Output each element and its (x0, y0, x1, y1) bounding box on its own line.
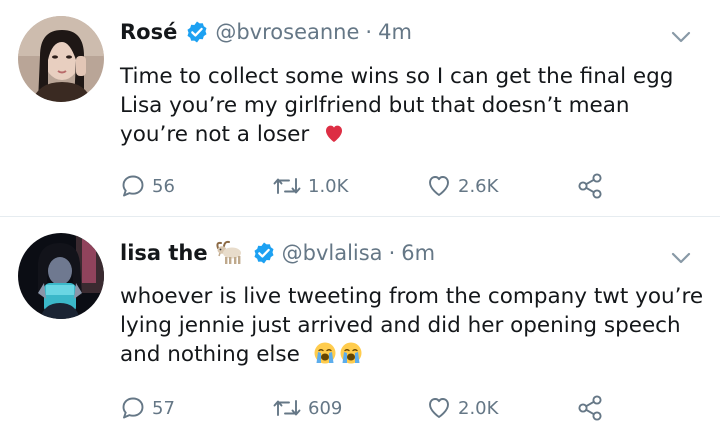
reply-icon (122, 175, 144, 197)
tweet-header: Rosé @bvroseanne · 4m (120, 20, 412, 44)
reply-button[interactable]: 56 (120, 173, 175, 199)
tweet-actions: 57 609 2.0K (120, 393, 610, 423)
tweet[interactable]: lisa the @bvlalisa · 6m whoever is live … (0, 216, 720, 437)
retweet-icon (273, 400, 301, 416)
tweet-text-line: lying jennie just arrived and did her op… (120, 313, 681, 338)
reply-button[interactable]: 57 (120, 395, 175, 421)
reply-icon (122, 397, 144, 419)
display-name[interactable]: lisa the (120, 241, 208, 265)
tweet-text: whoever is live tweeting from the compan… (120, 282, 704, 369)
share-icon (578, 173, 602, 199)
heart-icon (429, 176, 449, 196)
tweet-text-line: and nothing else (120, 340, 700, 369)
tweet-text: Time to collect some wins so I can get t… (120, 62, 700, 149)
share-button[interactable] (575, 393, 611, 423)
user-handle[interactable]: @bvroseanne (215, 20, 359, 44)
tweet-text-line: Time to collect some wins so I can get t… (120, 64, 674, 89)
share-icon (578, 395, 602, 421)
chevron-down-icon[interactable] (668, 245, 694, 271)
goat-emoji (216, 240, 241, 264)
heart-icon (429, 398, 449, 418)
retweet-count: 1.0K (308, 175, 349, 197)
like-count: 2.6K (458, 175, 499, 197)
verified-badge-icon (187, 21, 207, 43)
loudly-crying-face-emoji (314, 342, 336, 364)
display-name[interactable]: Rosé (120, 20, 177, 44)
retweet-button[interactable]: 1.0K (272, 173, 348, 199)
like-button[interactable]: 2.0K (426, 395, 498, 421)
tweet-text-line: whoever is live tweeting from the compan… (120, 284, 704, 309)
retweet-count: 609 (308, 397, 343, 419)
tweet-text-line: you’re not a loser (120, 120, 700, 149)
tweet-actions: 56 1.0K 2.6K (120, 171, 610, 201)
red-heart-emoji (326, 125, 343, 142)
reply-count: 56 (152, 175, 175, 197)
retweet-icon (273, 178, 301, 194)
like-count: 2.0K (458, 397, 499, 419)
user-handle[interactable]: @bvlalisa (282, 241, 383, 265)
chevron-down-icon[interactable] (668, 24, 694, 50)
tweet-text-line: Lisa you’re my girlfriend but that doesn… (120, 93, 630, 118)
avatar[interactable] (18, 16, 104, 102)
like-button[interactable]: 2.6K (426, 173, 498, 199)
share-button[interactable] (575, 171, 611, 201)
tweet[interactable]: Rosé @bvroseanne · 4m Time to collect so… (0, 0, 720, 216)
reply-count: 57 (152, 397, 175, 419)
separator-dot: · (365, 20, 373, 44)
separator-dot: · (388, 241, 396, 265)
retweet-button[interactable]: 609 (272, 395, 342, 421)
timestamp[interactable]: 6m (401, 241, 435, 265)
loudly-crying-face-emoji (340, 342, 362, 364)
avatar[interactable] (18, 233, 104, 319)
tweet-header: lisa the @bvlalisa · 6m (120, 240, 435, 266)
verified-badge-icon (254, 242, 274, 264)
timestamp[interactable]: 4m (378, 20, 412, 44)
